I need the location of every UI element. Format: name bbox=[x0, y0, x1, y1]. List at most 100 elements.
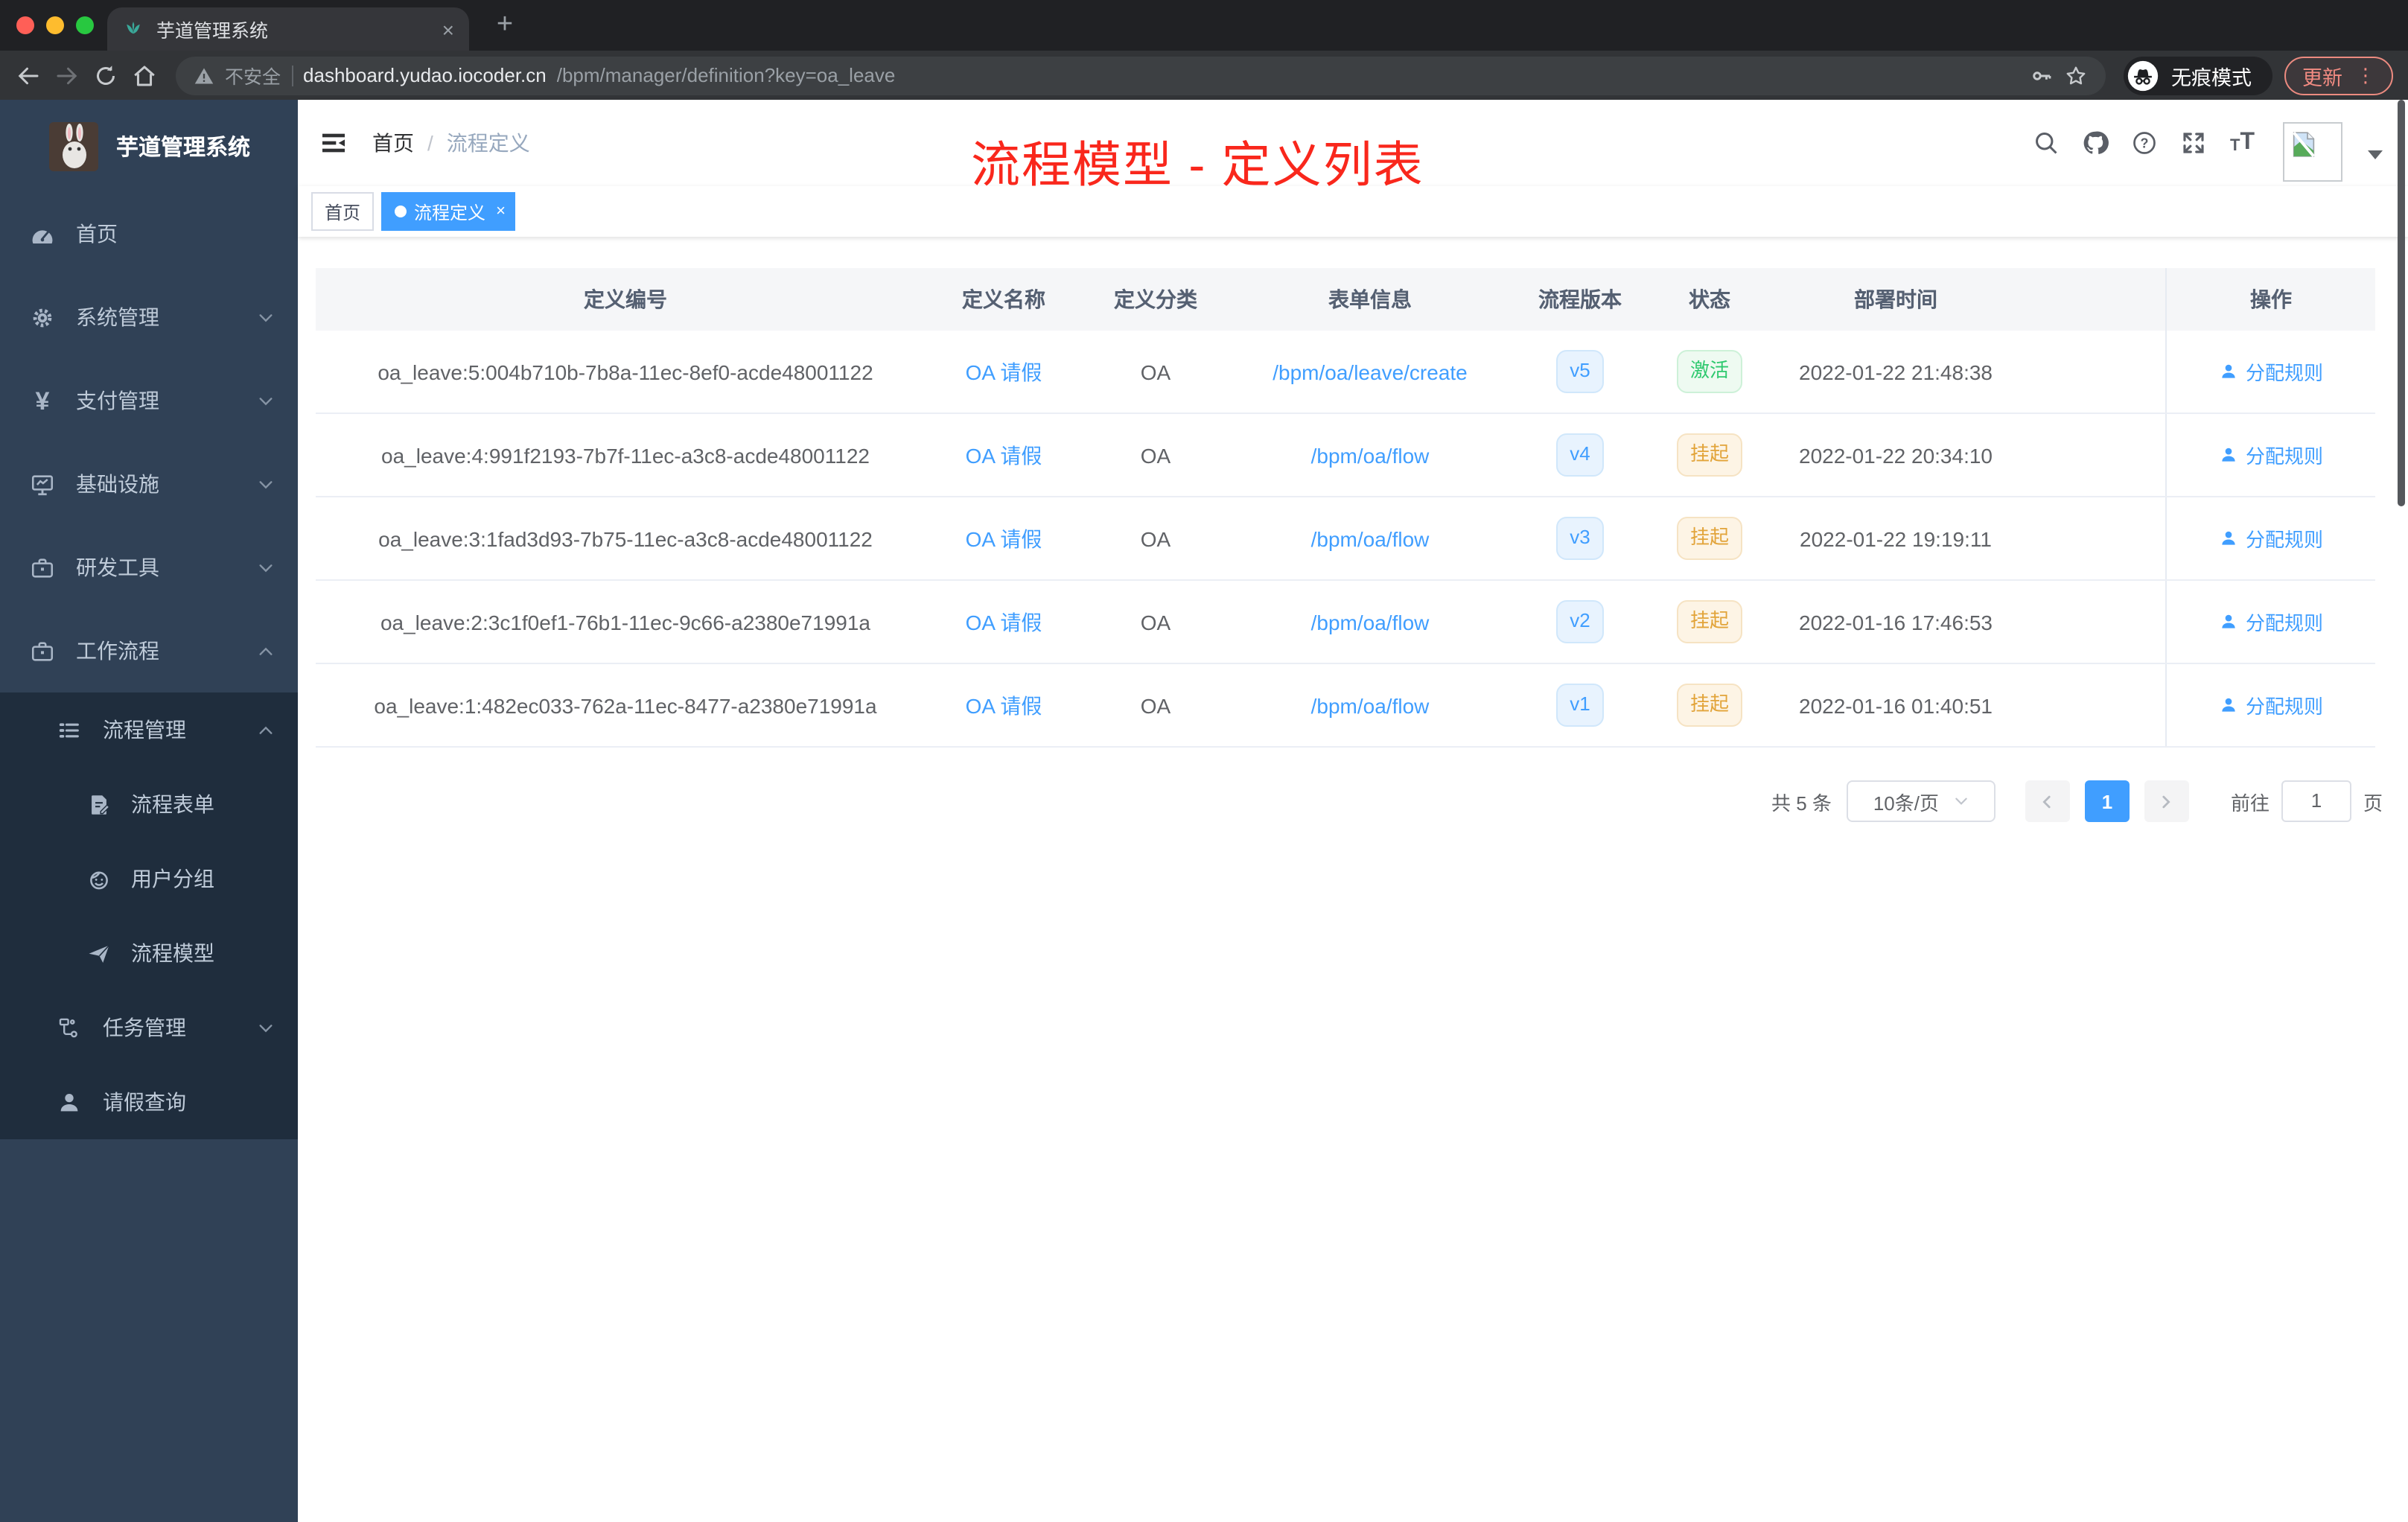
chevron-down-icon bbox=[259, 1024, 273, 1031]
back-icon[interactable] bbox=[15, 62, 42, 89]
toolbox-icon bbox=[31, 558, 54, 577]
help-icon[interactable]: ? bbox=[2132, 130, 2159, 156]
password-key-icon[interactable] bbox=[2030, 63, 2054, 87]
annotation-title: 流程模型 - 定义列表 bbox=[971, 137, 1424, 192]
font-size-icon[interactable]: TT bbox=[2230, 130, 2255, 155]
assign-rule-button[interactable]: 分配规则 bbox=[2219, 691, 2323, 719]
sidebar-item-label: 流程管理 bbox=[103, 718, 186, 742]
toolbox-icon bbox=[31, 641, 54, 660]
tab-title: 芋道管理系统 bbox=[156, 21, 269, 42]
table-row: oa_leave:5:004b710b-7b8a-11ec-8ef0-acde4… bbox=[316, 331, 2375, 414]
reload-icon[interactable] bbox=[92, 62, 119, 89]
col-header: 部署时间 bbox=[1854, 287, 1937, 311]
sidebar-item-label: 流程模型 bbox=[131, 941, 214, 965]
sidebar-item-system[interactable]: 系统管理 bbox=[0, 276, 298, 359]
assign-rule-button[interactable]: 分配规则 bbox=[2219, 608, 2323, 636]
definition-name-link[interactable]: OA 请假 bbox=[966, 443, 1042, 467]
browser-menu-icon[interactable]: ⋮ bbox=[2356, 63, 2375, 87]
col-header: 定义名称 bbox=[962, 287, 1045, 311]
cell-deploy-time: 2022-01-22 20:34:10 bbox=[1799, 443, 1993, 467]
sidebar-item-payment[interactable]: ¥ 支付管理 bbox=[0, 359, 298, 442]
cell-category: OA bbox=[1140, 526, 1171, 550]
cell-definition-id: oa_leave:5:004b710b-7b8a-11ec-8ef0-acde4… bbox=[378, 360, 873, 383]
sidebar-item-leave-query[interactable]: 请假查询 bbox=[0, 1065, 298, 1139]
url-bar[interactable]: 不安全 dashboard.yudao.iocoder.cn /bpm/mana… bbox=[176, 56, 2106, 95]
assign-rule-button[interactable]: 分配规则 bbox=[2219, 524, 2323, 553]
sidebar-item-devtools[interactable]: 研发工具 bbox=[0, 526, 298, 609]
version-badge: v1 bbox=[1556, 684, 1604, 727]
pagination-total: 共 5 条 bbox=[1771, 792, 1832, 814]
definition-name-link[interactable]: OA 请假 bbox=[966, 360, 1042, 383]
browser-tabstrip: 芋道管理系统 × + bbox=[0, 0, 2408, 51]
page-size-select[interactable]: 10条/页 bbox=[1846, 780, 1995, 822]
security-label[interactable]: 不安全 bbox=[225, 61, 281, 89]
sidebar-item-process-management[interactable]: 流程管理 bbox=[0, 692, 298, 767]
tag-close-icon[interactable]: × bbox=[496, 203, 506, 220]
search-icon[interactable] bbox=[2033, 130, 2060, 156]
sidebar-item-process-form[interactable]: 流程表单 bbox=[0, 767, 298, 841]
assign-rule-button[interactable]: 分配规则 bbox=[2219, 441, 2323, 469]
zoom-window-button[interactable] bbox=[76, 16, 94, 34]
cell-definition-id: oa_leave:4:991f2193-7b7f-11ec-a3c8-acde4… bbox=[381, 443, 870, 467]
close-window-button[interactable] bbox=[16, 16, 34, 34]
cell-category: OA bbox=[1140, 610, 1171, 634]
definition-name-link[interactable]: OA 请假 bbox=[966, 693, 1042, 717]
github-icon[interactable] bbox=[2083, 130, 2109, 156]
status-badge: 挂起 bbox=[1676, 433, 1742, 477]
url-divider bbox=[291, 65, 293, 86]
next-page-button[interactable] bbox=[2144, 780, 2189, 822]
form-link[interactable]: /bpm/oa/flow bbox=[1311, 610, 1430, 634]
chevron-down-icon bbox=[259, 564, 273, 571]
prev-page-button[interactable] bbox=[2025, 780, 2070, 822]
assign-rule-button[interactable]: 分配规则 bbox=[2219, 357, 2323, 386]
list-icon bbox=[59, 722, 79, 737]
sidebar-item-workflow[interactable]: 工作流程 bbox=[0, 609, 298, 692]
form-link[interactable]: /bpm/oa/flow bbox=[1311, 693, 1430, 717]
col-header: 定义编号 bbox=[584, 287, 667, 311]
bookmark-star-icon[interactable] bbox=[2064, 63, 2088, 87]
person-icon bbox=[2222, 614, 2235, 628]
form-link[interactable]: /bpm/oa/leave/create bbox=[1273, 360, 1468, 383]
definition-name-link[interactable]: OA 请假 bbox=[966, 526, 1042, 550]
fullscreen-icon[interactable] bbox=[2181, 130, 2208, 156]
new-tab-button[interactable]: + bbox=[485, 6, 524, 45]
tag-process-definition[interactable]: 流程定义 × bbox=[381, 192, 516, 231]
app-logo-row[interactable]: 芋道管理系统 bbox=[0, 100, 298, 192]
sidebar-item-home[interactable]: 首页 bbox=[0, 192, 298, 276]
page-scrollbar[interactable] bbox=[2398, 100, 2405, 506]
person-icon bbox=[2222, 531, 2235, 545]
definition-name-link[interactable]: OA 请假 bbox=[966, 610, 1042, 634]
version-badge: v3 bbox=[1556, 517, 1604, 560]
tag-home[interactable]: 首页 bbox=[311, 192, 375, 231]
sidebar-item-user-group[interactable]: 用户分组 bbox=[0, 841, 298, 916]
status-badge: 挂起 bbox=[1676, 600, 1742, 643]
avatar[interactable] bbox=[2283, 122, 2342, 182]
sidebar-item-label: 首页 bbox=[76, 222, 118, 246]
breadcrumb-home[interactable]: 首页 bbox=[372, 131, 414, 155]
tag-label: 流程定义 bbox=[414, 202, 486, 223]
browser-update-button[interactable]: 更新 ⋮ bbox=[2284, 56, 2393, 95]
form-link[interactable]: /bpm/oa/flow bbox=[1311, 526, 1430, 550]
dashboard-gauge-icon bbox=[32, 229, 53, 243]
active-dot bbox=[395, 206, 407, 217]
goto-page-group: 前往 1 页 bbox=[2231, 780, 2383, 822]
forward-icon[interactable] bbox=[54, 62, 80, 89]
tab-close-icon[interactable]: × bbox=[442, 19, 454, 39]
home-icon[interactable] bbox=[131, 62, 158, 89]
sidebar-item-process-model[interactable]: 流程模型 bbox=[0, 916, 298, 990]
sidebar-item-task-management[interactable]: 任务管理 bbox=[0, 990, 298, 1065]
chevron-up-icon bbox=[259, 647, 273, 655]
minimize-window-button[interactable] bbox=[46, 16, 64, 34]
main-panel: 流程模型 - 定义列表 首页 / 流程定义 ? TT 首页 流程定义 × 定义编… bbox=[298, 100, 2408, 1522]
avatar-caret-icon[interactable] bbox=[2368, 150, 2383, 166]
cell-category: OA bbox=[1140, 693, 1171, 717]
person-icon bbox=[2222, 698, 2235, 712]
warning-icon bbox=[194, 67, 214, 83]
page-number-button[interactable]: 1 bbox=[2084, 780, 2130, 822]
form-link[interactable]: /bpm/oa/flow bbox=[1311, 443, 1430, 467]
sidebar-collapse-icon[interactable] bbox=[319, 128, 348, 158]
user-group-icon bbox=[90, 870, 108, 889]
browser-tab[interactable]: 芋道管理系统 × bbox=[107, 7, 469, 51]
goto-page-input[interactable]: 1 bbox=[2281, 780, 2351, 822]
sidebar-item-infra[interactable]: 基础设施 bbox=[0, 442, 298, 526]
